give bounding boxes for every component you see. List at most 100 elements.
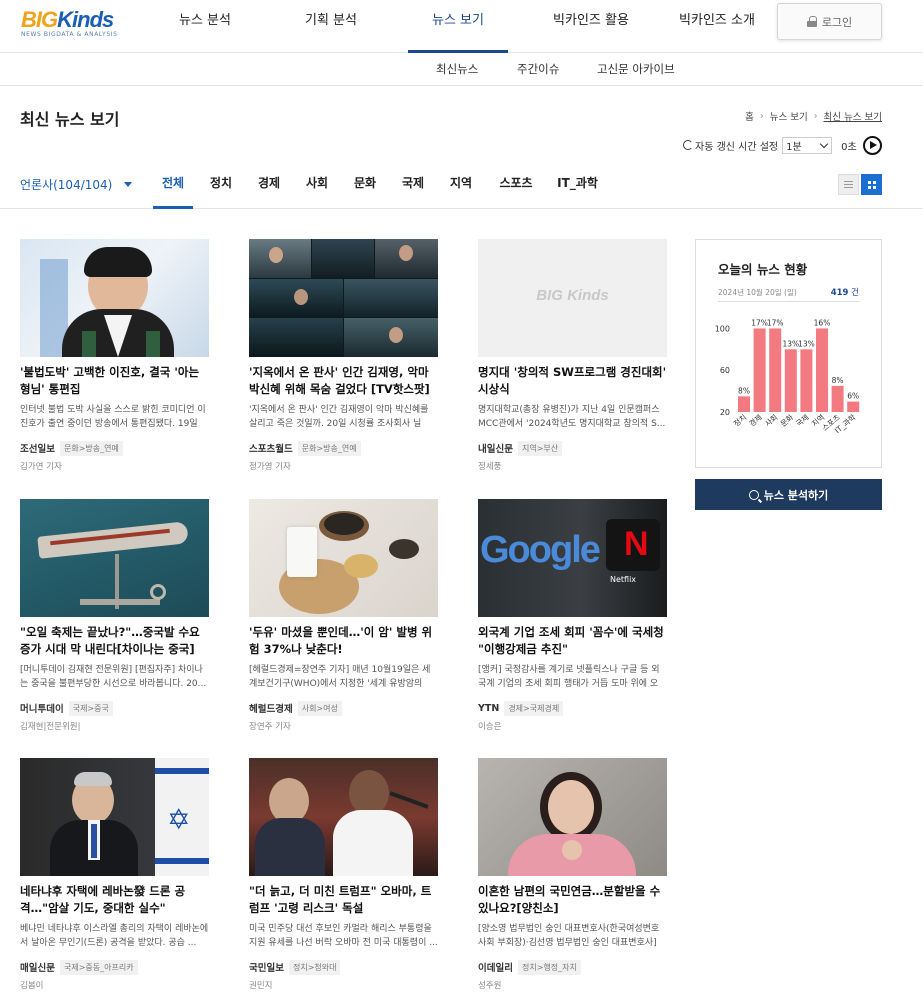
nav-news-analysis[interactable]: 뉴스 분석 — [155, 0, 255, 53]
news-press[interactable]: YTN — [478, 703, 499, 714]
subnav-old-newspaper-archive[interactable]: 고신문 아카이브 — [597, 53, 675, 86]
play-button[interactable] — [862, 135, 882, 155]
news-category-badge: 국제>중동_아프리카 — [59, 959, 138, 975]
news-summary: [양소영 법무법인 숭인 대표변호사(한국여성변호사회 부회장)·김선영 법무법… — [478, 924, 660, 948]
bar-data-label: 6% — [847, 392, 859, 401]
news-title[interactable]: 명지대 '창의적 SW프로그램 경진대회' 시상식 — [478, 364, 667, 398]
analyze-news-button[interactable]: 뉴스 분석하기 — [695, 479, 882, 510]
x-category-label: 정치 — [731, 412, 748, 429]
tab-all[interactable]: 전체 — [153, 160, 193, 209]
news-reporter: 김재현|전문위원| — [20, 722, 81, 732]
news-press[interactable]: 매일신문 — [20, 960, 55, 974]
news-title[interactable]: 이혼한 남편의 국민연금…분할받을 수 있나요?[양친소] — [478, 883, 667, 917]
x-category-label: 경제 — [747, 412, 764, 429]
news-reporter: 장연주 기자 — [249, 722, 291, 732]
nav-bigkinds-usage[interactable]: 빅카인즈 활용 — [536, 0, 646, 53]
chart-bar — [800, 349, 813, 412]
news-thumbnail[interactable]: Google N Netflix — [478, 499, 667, 617]
search-icon — [748, 489, 759, 500]
news-card: "오일 축제는 끝났나?"…중국발 수요 증가 시대 막 내린다[차이나는 중국… — [20, 499, 209, 732]
news-summary: 미국 민주당 대선 후보인 카멀라 해리스 부통령을 지원 유세를 나선 버락 … — [249, 924, 438, 948]
y-tick-label: 60 — [720, 366, 730, 375]
news-summary: [헤럴드경제=장연주 기자] 매년 10월19일은 세계보건기구(WHO)에서 … — [249, 665, 431, 689]
tab-sports[interactable]: 스포츠 — [496, 160, 536, 208]
chart-bar — [753, 328, 766, 412]
subnav-latest-news[interactable]: 최신뉴스 — [436, 53, 478, 86]
tab-society[interactable]: 사회 — [302, 160, 332, 208]
auto-refresh-controls: 자동 갱신 시간 설정 1분 0초 — [683, 135, 882, 155]
login-button[interactable]: 로그인 — [777, 3, 882, 40]
news-category-badge: 문화>방송_연예 — [59, 440, 123, 456]
x-category-label: 국제 — [794, 413, 810, 429]
subnav-weekly-issue[interactable]: 주간이슈 — [517, 53, 559, 86]
lock-icon — [806, 16, 817, 27]
news-title[interactable]: 네타냐후 자택에 레바논發 드론 공격…"암살 기도, 중대한 실수" — [20, 883, 209, 917]
breadcrumb-news-view[interactable]: 뉴스 보기 — [770, 109, 808, 123]
bar-data-label: 16% — [814, 318, 831, 327]
news-title[interactable]: '불법도박' 고백한 이진호, 결국 '아는형님' 통편집 — [20, 364, 209, 398]
bar-data-label: 13% — [798, 339, 815, 348]
news-press[interactable]: 헤럴드경제 — [249, 701, 293, 715]
bar-data-label: 8% — [832, 376, 844, 385]
list-icon — [844, 181, 853, 188]
news-title[interactable]: "오일 축제는 끝났나?"…중국발 수요 증가 시대 막 내린다[차이나는 중국… — [20, 624, 209, 658]
tab-international[interactable]: 국제 — [398, 160, 428, 208]
tab-it-science[interactable]: IT_과학 — [555, 160, 600, 208]
status-total-count: 419 건 — [830, 288, 859, 298]
news-press[interactable]: 스포츠월드 — [249, 441, 293, 455]
news-card: BIG Kinds 명지대 '창의적 SW프로그램 경진대회' 시상식 명지대학… — [478, 239, 667, 472]
news-thumbnail[interactable] — [249, 499, 438, 617]
news-title[interactable]: 외국계 기업 조세 회피 '꼼수'에 국세청 "이행강제금 추진" — [478, 624, 667, 658]
news-press[interactable]: 국민일보 — [249, 960, 284, 974]
x-category-label: 사회 — [763, 413, 779, 429]
list-view-button[interactable] — [838, 174, 859, 195]
news-summary: 명지대학교(총장 유병진)가 지난 4일 인문캠퍼스 MCC관에서 '2024학… — [478, 405, 666, 429]
press-filter-dropdown[interactable]: 언론사(104/104) — [20, 176, 133, 193]
breadcrumb-home[interactable]: 홈 — [745, 109, 754, 123]
grid-view-button[interactable] — [861, 174, 882, 195]
news-thumbnail[interactable] — [20, 239, 209, 357]
tab-culture[interactable]: 문화 — [350, 160, 380, 208]
news-reporter: 성주원 — [478, 981, 502, 991]
nav-planning-analysis[interactable]: 기획 분석 — [281, 0, 381, 53]
bigkinds-logo[interactable]: BIGKinds NEWS BIGDATA & ANALYSIS — [21, 7, 121, 41]
nav-news-view[interactable]: 뉴스 보기 — [408, 0, 508, 53]
news-press[interactable]: 이데일리 — [478, 960, 513, 974]
news-category-badge: 사회>여성 — [297, 700, 342, 716]
news-card: ✡ 네타냐후 자택에 레바논發 드론 공격…"암살 기도, 중대한 실수" 베냐… — [20, 758, 209, 991]
top-header: BIGKinds NEWS BIGDATA & ANALYSIS 뉴스 분석 기… — [0, 0, 923, 53]
news-thumbnail[interactable] — [249, 239, 438, 357]
news-title[interactable]: "더 늙고, 더 미친 트럼프" 오바마, 트럼프 '고령 리스크' 독설 — [249, 883, 438, 917]
news-thumbnail[interactable] — [249, 758, 438, 876]
news-reporter: 김봄이 — [20, 981, 44, 991]
x-category-label: 문화 — [779, 413, 795, 429]
nav-bigkinds-intro[interactable]: 빅카인즈 소개 — [662, 0, 772, 53]
news-thumbnail[interactable]: ✡ — [20, 758, 209, 876]
tab-region[interactable]: 지역 — [446, 160, 476, 208]
chart-bar — [738, 396, 750, 412]
news-category-badge: 정치>행정_자치 — [517, 959, 581, 975]
news-thumbnail[interactable] — [478, 758, 667, 876]
bar-data-label: 17% — [751, 318, 768, 327]
breadcrumb-separator: › — [813, 110, 818, 122]
news-summary: [머니투데이 김재현 전문위원] [편집자주] 차이나는 중국을 불편부당한 시… — [20, 665, 207, 689]
news-thumbnail-placeholder[interactable]: BIG Kinds — [478, 239, 667, 357]
refresh-countdown: 0초 — [841, 141, 857, 153]
chart-bar — [784, 349, 797, 412]
news-press[interactable]: 내일신문 — [478, 441, 513, 455]
news-summary: [앵커] 국정감사를 계기로 넷플릭스나 구글 등 외국계 기업의 조세 회피 … — [478, 665, 660, 689]
news-thumbnail[interactable] — [20, 499, 209, 617]
news-press[interactable]: 머니투데이 — [20, 701, 64, 715]
news-press[interactable]: 조선일보 — [20, 441, 55, 455]
today-news-status-panel: 오늘의 뉴스 현황 2024년 10월 20일 (일) 419 건 100 60 2… — [695, 239, 882, 468]
tab-economy[interactable]: 경제 — [254, 160, 284, 208]
news-title[interactable]: '두유' 마셨을 뿐인데…'이 암' 발병 위험 37%나 낮춘다! — [249, 624, 438, 658]
tab-politics[interactable]: 정치 — [206, 160, 236, 208]
google-logo: Google — [480, 529, 601, 571]
category-bar-chart: 10060208%정치17%경제17%사회13%문화13%국제16%지역8%스포… — [715, 318, 860, 435]
breadcrumb-current[interactable]: 최신 뉴스 보기 — [824, 109, 882, 123]
chart-bar — [847, 401, 860, 412]
refresh-interval-select[interactable]: 1분 — [782, 136, 833, 154]
news-category-badge: 정치>청와대 — [288, 959, 341, 975]
news-title[interactable]: '지옥에서 온 판사' 인간 김재영, 악마 박신혜 위해 목숨 걸었다 [TV… — [249, 364, 438, 398]
